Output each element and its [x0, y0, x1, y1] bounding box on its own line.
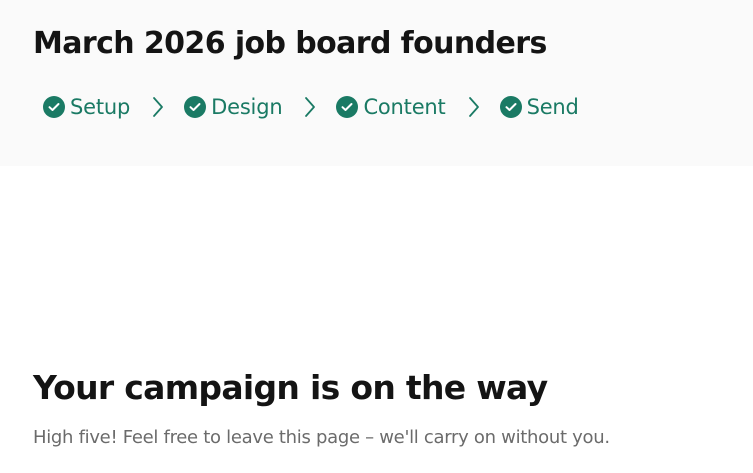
step-setup[interactable]: Setup [43, 95, 130, 119]
step-content[interactable]: Content [336, 95, 446, 119]
campaign-title: March 2026 job board founders [33, 26, 547, 61]
confirmation-title: Your campaign is on the way [33, 368, 548, 407]
step-label: Setup [70, 95, 131, 119]
chevron-right-icon [302, 94, 318, 120]
check-circle-icon [184, 96, 207, 118]
check-circle-icon [336, 96, 359, 118]
step-send[interactable]: Send [499, 95, 579, 119]
check-circle-icon [43, 96, 65, 118]
step-label: Design [211, 95, 283, 119]
step-label: Content [363, 95, 446, 119]
step-label: Send [526, 95, 579, 119]
step-design[interactable]: Design [184, 95, 283, 119]
chevron-right-icon [466, 94, 482, 120]
campaign-steps-breadcrumb: Setup Design Content Send [43, 90, 579, 124]
confirmation-message: High five! Feel free to leave this page … [33, 427, 610, 448]
check-circle-icon [499, 96, 522, 118]
campaign-header: March 2026 job board founders Setup Desi… [0, 0, 753, 166]
chevron-right-icon [150, 94, 166, 120]
